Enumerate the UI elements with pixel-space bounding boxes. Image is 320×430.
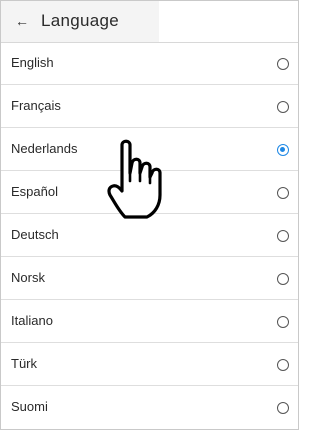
language-label: Nederlands	[11, 141, 78, 156]
radio-button[interactable]	[277, 144, 289, 156]
language-option-norsk[interactable]: Norsk	[1, 257, 298, 300]
radio-button[interactable]	[277, 402, 289, 414]
radio-button[interactable]	[277, 101, 289, 113]
language-label: Italiano	[11, 313, 53, 328]
radio-button[interactable]	[277, 187, 289, 199]
language-label: Norsk	[11, 270, 45, 285]
language-option-espanol[interactable]: Español	[1, 171, 298, 214]
language-option-english[interactable]: English	[1, 42, 298, 85]
language-option-suomi[interactable]: Suomi	[1, 386, 298, 430]
page-title: Language	[41, 11, 120, 30]
arrow-left-icon: ←	[15, 13, 29, 29]
radio-button[interactable]	[277, 230, 289, 242]
language-option-francais[interactable]: Français	[1, 85, 298, 128]
language-label: Türk	[11, 356, 37, 371]
language-label: Español	[11, 184, 58, 199]
radio-button[interactable]	[277, 359, 289, 371]
radio-button[interactable]	[277, 58, 289, 70]
header-spacer	[159, 1, 298, 43]
language-option-nederlands[interactable]: Nederlands	[1, 128, 298, 171]
language-label: English	[11, 55, 54, 70]
radio-button[interactable]	[277, 316, 289, 328]
language-label: Français	[11, 98, 61, 113]
header-bar: ← Language	[1, 1, 298, 43]
back-button[interactable]: ←	[11, 9, 33, 33]
language-option-deutsch[interactable]: Deutsch	[1, 214, 298, 257]
language-list: English Français Nederlands Español Deut…	[1, 42, 298, 430]
language-option-turk[interactable]: Türk	[1, 343, 298, 386]
language-label: Suomi	[11, 399, 48, 414]
language-label: Deutsch	[11, 227, 59, 242]
radio-button[interactable]	[277, 273, 289, 285]
language-option-italiano[interactable]: Italiano	[1, 300, 298, 343]
language-screen: ← Language English Français Nederlands E…	[0, 0, 299, 430]
